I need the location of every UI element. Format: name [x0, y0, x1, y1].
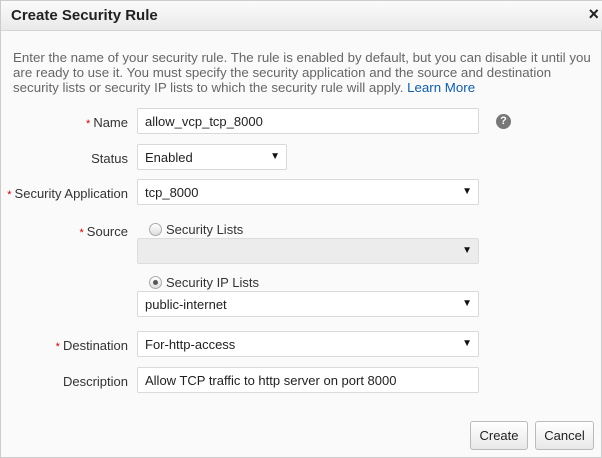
status-select[interactable]: Enabled ▼: [137, 144, 287, 170]
destination-label-text: Destination: [62, 338, 128, 353]
chevron-down-icon: ▼: [462, 338, 472, 349]
dialog-header: Create Security Rule ×: [1, 1, 602, 31]
source-label-text: Source: [86, 224, 128, 239]
destination-select[interactable]: For-http-access ▼: [137, 331, 479, 357]
security-ip-lists-radio[interactable]: Security IP Lists: [149, 275, 259, 290]
status-label: Status: [91, 151, 128, 166]
description-input[interactable]: Allow TCP traffic to http server on port…: [137, 367, 479, 393]
radio-checked-icon: [149, 276, 162, 289]
chevron-down-icon: ▼: [462, 245, 472, 256]
required-mark: *: [55, 341, 60, 353]
security-ip-lists-select[interactable]: public-internet ▼: [137, 291, 479, 317]
learn-more-link[interactable]: Learn More: [407, 80, 475, 95]
security-ip-lists-label: Security IP Lists: [166, 275, 259, 290]
status-value: Enabled: [145, 150, 193, 165]
description-label: Description: [62, 374, 128, 389]
source-label: * Source: [80, 224, 128, 239]
chevron-down-icon: ▼: [270, 151, 280, 162]
required-mark: *: [7, 189, 12, 201]
destination-value: For-http-access: [145, 337, 236, 352]
cancel-button[interactable]: Cancel: [535, 421, 594, 450]
close-icon[interactable]: ×: [588, 4, 599, 25]
security-lists-label: Security Lists: [166, 222, 244, 237]
security-lists-radio[interactable]: Security Lists: [149, 222, 243, 237]
required-mark: *: [79, 227, 84, 239]
destination-label: * Destination: [56, 338, 128, 353]
name-label: * Name: [86, 115, 128, 130]
create-button[interactable]: Create: [470, 421, 528, 450]
security-application-label: * Security Application: [7, 186, 128, 201]
help-icon[interactable]: ?: [496, 114, 511, 129]
name-label-text: Name: [93, 115, 128, 130]
create-security-rule-dialog: Create Security Rule × Enter the name of…: [0, 0, 602, 458]
security-application-select[interactable]: tcp_8000 ▼: [137, 179, 479, 205]
radio-unchecked-icon: [149, 223, 162, 236]
security-application-value: tcp_8000: [145, 185, 199, 200]
dialog-title: Create Security Rule: [11, 7, 158, 24]
intro-paragraph: Enter the name of your security rule. Th…: [13, 50, 591, 95]
name-input[interactable]: allow_vcp_tcp_8000: [137, 108, 479, 134]
intro-text: Enter the name of your security rule. Th…: [13, 50, 598, 95]
security-lists-select: ▼: [137, 238, 479, 264]
required-mark: *: [86, 118, 91, 130]
security-ip-lists-value: public-internet: [145, 297, 227, 312]
chevron-down-icon: ▼: [462, 186, 472, 197]
chevron-down-icon: ▼: [462, 298, 472, 309]
security-application-label-text: Security Application: [14, 186, 128, 201]
